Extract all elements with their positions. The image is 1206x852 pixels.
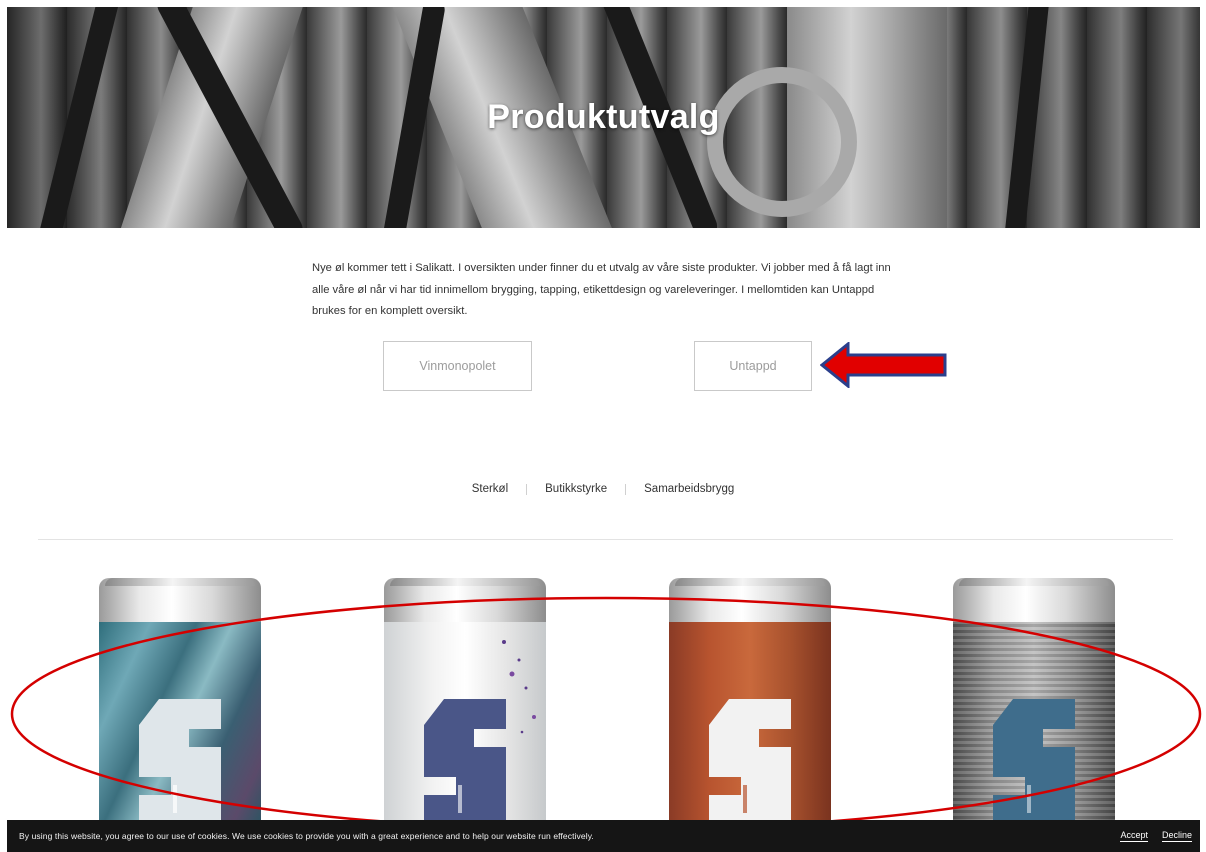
cookie-accept-button[interactable]: Accept (1120, 830, 1148, 842)
intro-text: Nye øl kommer tett i Salikatt. I oversik… (312, 262, 891, 317)
category-filter-bar: Sterkøl Butikkstyrke Samarbeidsbrygg (0, 483, 1206, 495)
salikatt-s-logo-icon (424, 699, 506, 825)
filter-separator (625, 483, 627, 495)
can-body (384, 622, 546, 828)
filter-separator (526, 483, 528, 495)
vinmonopolet-button[interactable]: Vinmonopolet (383, 341, 532, 391)
salikatt-s-logo-icon (993, 699, 1075, 825)
can-body (669, 622, 831, 828)
product-can[interactable] (99, 578, 261, 828)
salikatt-s-logo-icon (709, 699, 791, 825)
cookie-consent-bar: By using this website, you agree to our … (7, 820, 1200, 852)
filter-butikkstyrke[interactable]: Butikkstyrke (545, 483, 607, 495)
product-can[interactable] (953, 578, 1115, 828)
salikatt-s-logo-icon (139, 699, 221, 825)
hero-ring (707, 67, 857, 217)
hero-banner: Produktutvalg (7, 7, 1200, 228)
can-lid (99, 578, 261, 626)
can-body (953, 622, 1115, 828)
filter-samarbeidsbrygg[interactable]: Samarbeidsbrygg (644, 483, 734, 495)
page-title: Produktutvalg (487, 98, 720, 136)
cookie-decline-button[interactable]: Decline (1161, 830, 1192, 842)
can-body (99, 622, 261, 828)
arrow-annotation-icon (820, 342, 947, 388)
filter-sterkol[interactable]: Sterkøl (472, 483, 508, 495)
can-lid (384, 578, 546, 626)
cookie-message: By using this website, you agree to our … (19, 831, 594, 841)
untappd-button[interactable]: Untappd (694, 341, 812, 391)
product-can[interactable] (384, 578, 546, 828)
product-can[interactable] (669, 578, 831, 828)
section-divider (38, 539, 1173, 540)
can-lid (953, 578, 1115, 626)
can-lid (669, 578, 831, 626)
